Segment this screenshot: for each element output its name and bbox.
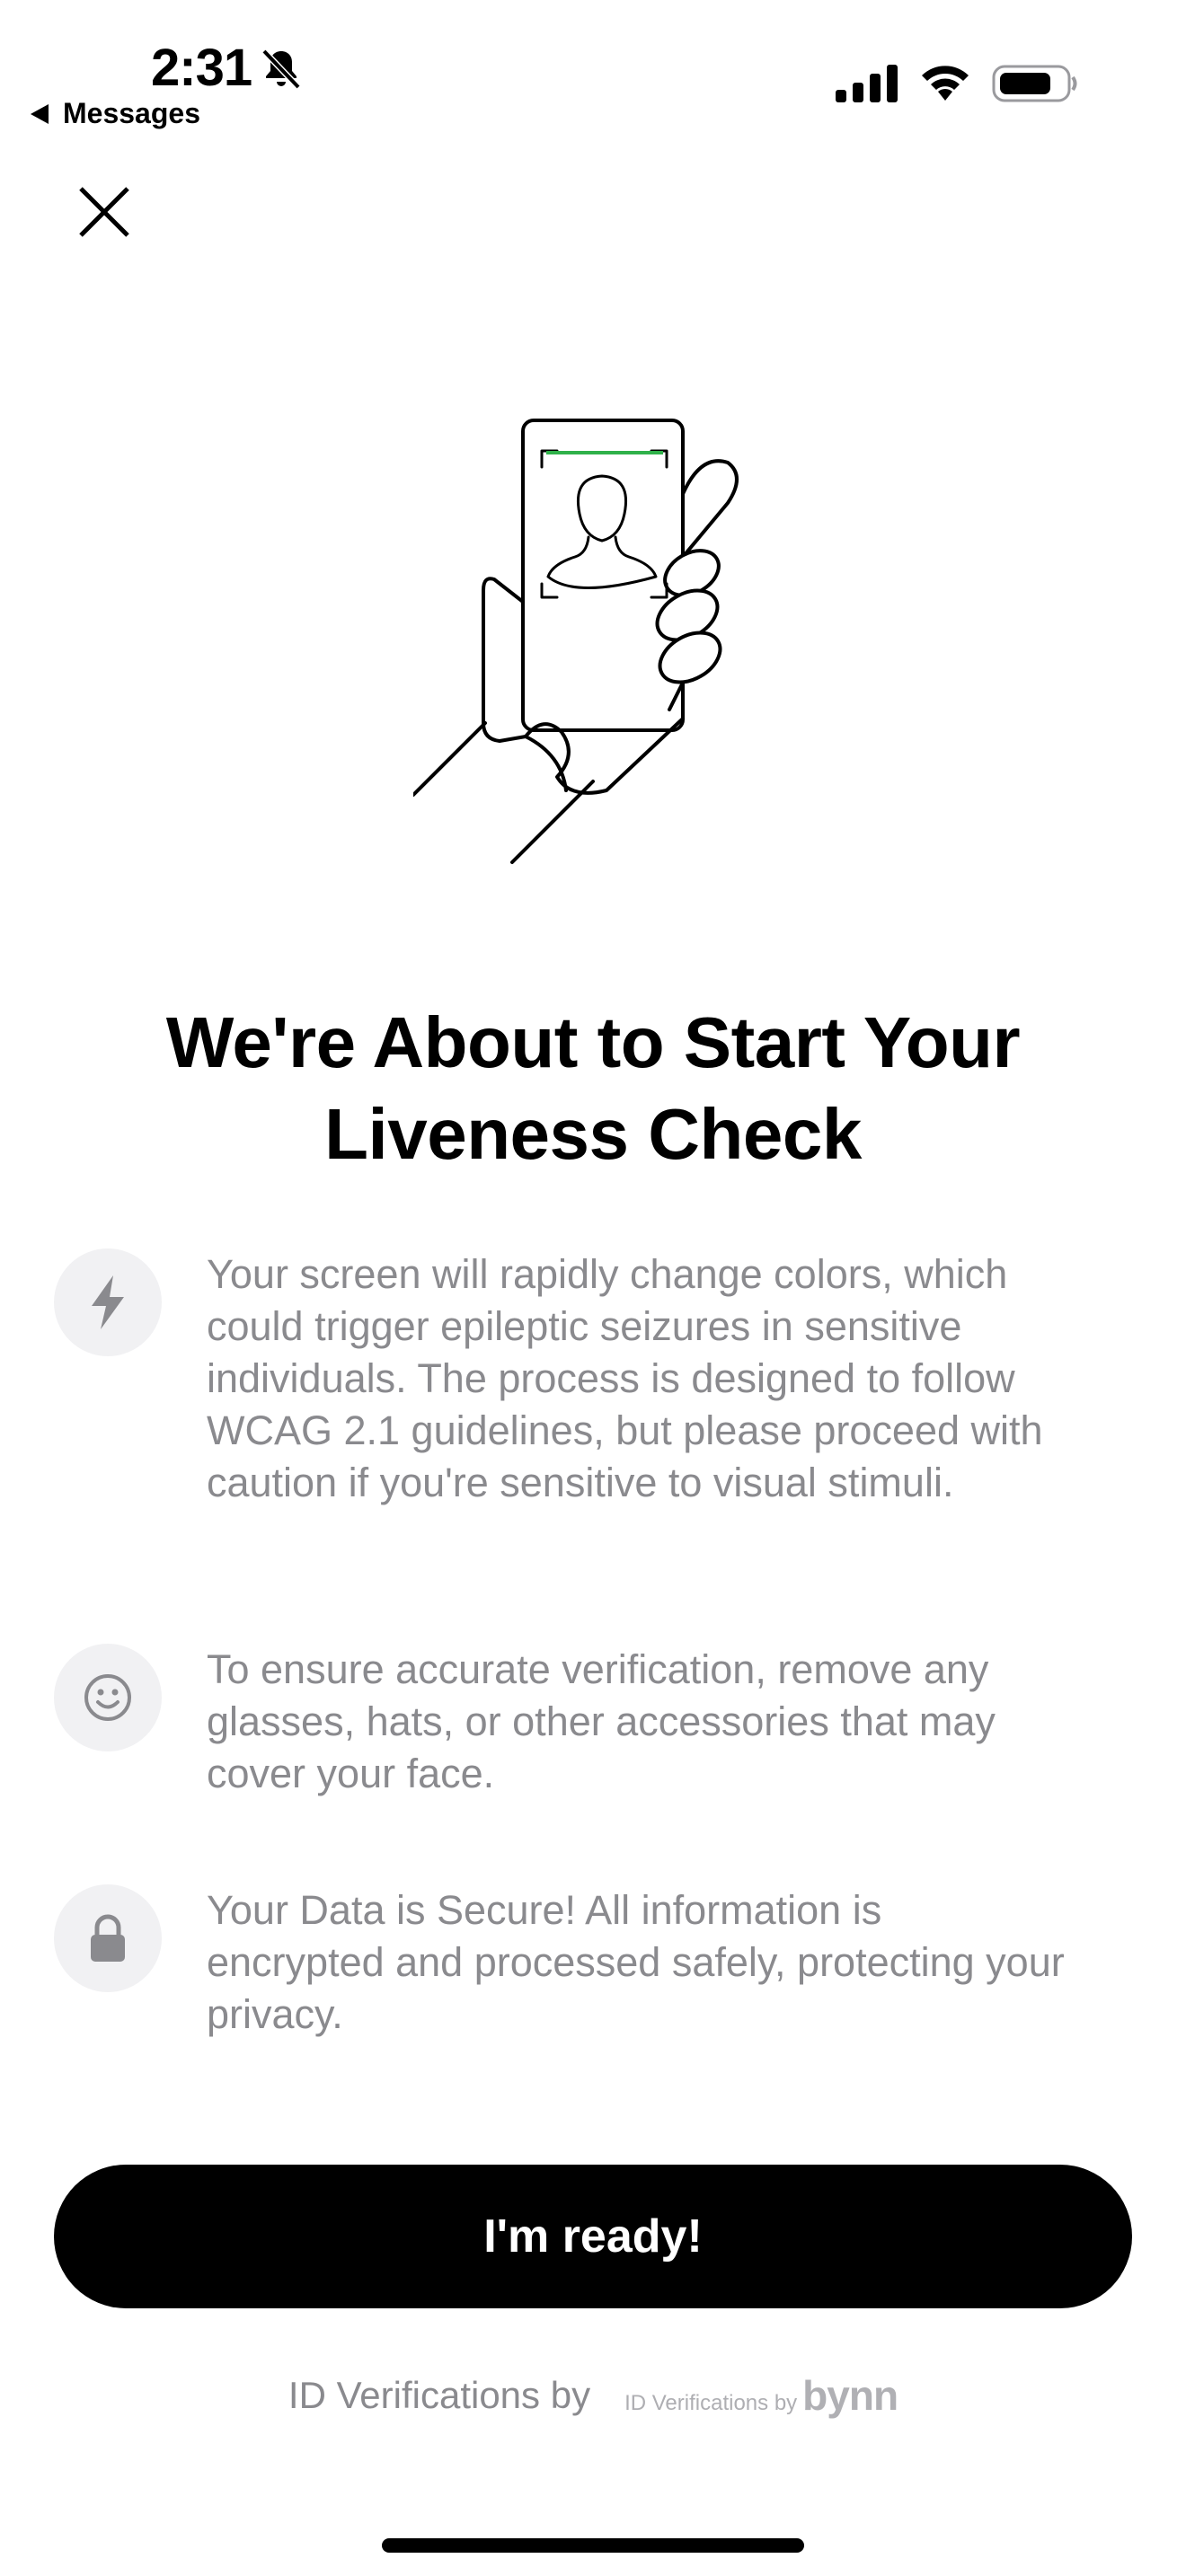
- back-to-messages-link[interactable]: Messages: [31, 97, 200, 130]
- time-label: 2:31: [151, 39, 252, 97]
- info-item-data-secure: Your Data is Secure! All information is …: [54, 1884, 1096, 2041]
- home-indicator[interactable]: [382, 2538, 804, 2553]
- info-item-remove-accessories: To ensure accurate verification, remove …: [54, 1644, 1096, 1800]
- status-icons: [836, 63, 1078, 102]
- logo-small-text: ID Verifications by: [624, 2391, 798, 2415]
- close-button[interactable]: [72, 180, 137, 244]
- info-text: To ensure accurate verification, remove …: [207, 1646, 996, 1796]
- cellular-signal-icon: [836, 65, 898, 102]
- close-icon: [79, 187, 129, 237]
- info-icon-circle: [54, 1248, 162, 1356]
- status-time: 2:31: [151, 32, 304, 104]
- info-text: Your Data is Secure! All information is …: [207, 1887, 1065, 2037]
- back-label: Messages: [63, 97, 200, 129]
- info-item-epilepsy-warning: Your screen will rapidly change colors, …: [54, 1248, 1096, 1509]
- info-icon-circle: [54, 1884, 162, 1992]
- battery-icon: [992, 65, 1077, 102]
- page-title: We're About to Start Your Liveness Check: [165, 1002, 1021, 1174]
- info-icon-circle: [54, 1644, 162, 1751]
- smiley-face-icon: [84, 1674, 131, 1721]
- bynn-logo: ID Verifications by bynn: [624, 2371, 898, 2420]
- footer-label: ID Verifications by: [288, 2374, 591, 2416]
- face-scan-illustration: [413, 419, 739, 864]
- back-triangle-icon: [31, 103, 49, 124]
- lightning-bolt-icon: [92, 1275, 124, 1329]
- wifi-icon: [922, 66, 969, 101]
- ready-button[interactable]: I'm ready!: [54, 2165, 1132, 2308]
- bell-slash-icon: [261, 49, 301, 90]
- lock-icon: [91, 1914, 125, 1962]
- footer-credit: ID Verifications by ID Verifications by …: [0, 2371, 1186, 2420]
- info-text: Your screen will rapidly change colors, …: [207, 1251, 1043, 1505]
- logo-brand-text: bynn: [802, 2372, 898, 2419]
